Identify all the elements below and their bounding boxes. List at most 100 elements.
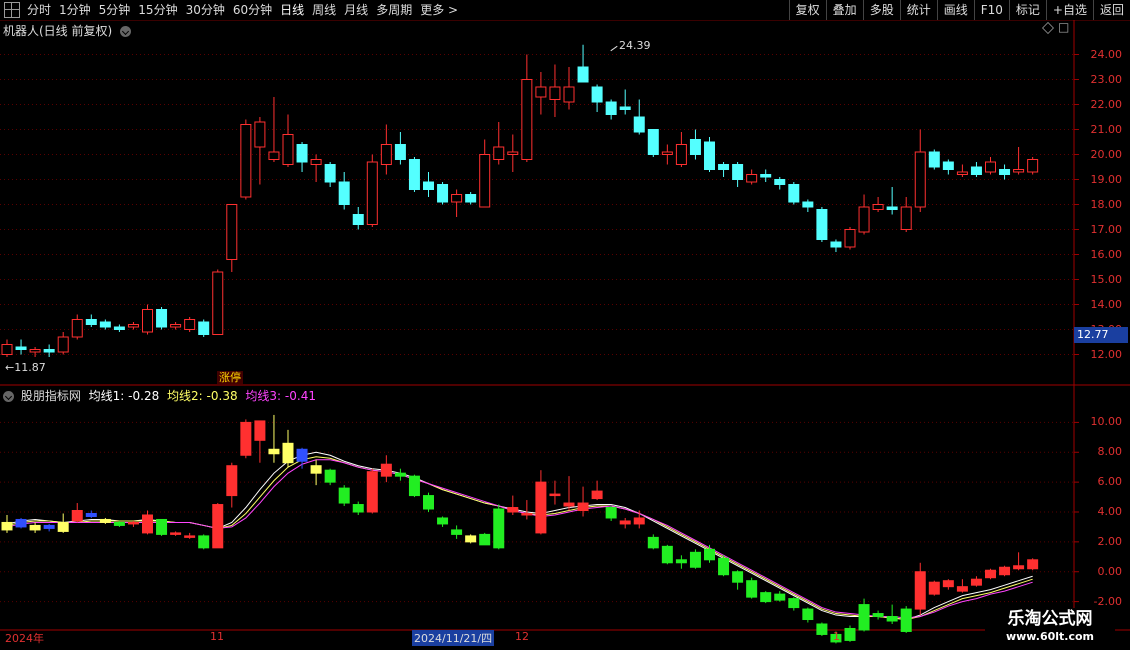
price-tick-label: 14.00 — [1090, 297, 1123, 311]
price-candle — [914, 151, 926, 208]
chart-canvas[interactable] — [0, 0, 1130, 650]
price-candle — [647, 129, 659, 155]
indicator-ma-line-2 — [6, 456, 1033, 621]
price-candle — [704, 141, 715, 170]
price-candle — [15, 346, 27, 350]
indicator-candle — [914, 571, 926, 610]
indicator-candle — [226, 465, 238, 497]
indicator-candle — [689, 551, 701, 568]
price-tick-label: 21.00 — [1090, 122, 1123, 136]
indicator-candle — [451, 529, 463, 535]
chevron-down-icon[interactable] — [3, 391, 14, 402]
price-candle — [1027, 159, 1039, 173]
indicator-candle — [1013, 565, 1025, 570]
price-candle — [774, 179, 786, 185]
indicator-candle — [43, 524, 55, 529]
indicator-candle — [591, 490, 603, 500]
indicator-candle — [198, 535, 210, 549]
high-marker-value: 24.39 — [619, 39, 651, 52]
price-candle — [71, 319, 83, 338]
indicator-candle — [942, 580, 954, 588]
price-candle — [760, 174, 772, 178]
indicator-candle — [184, 535, 196, 538]
arrow-left-icon: ← — [5, 361, 15, 374]
limit-up-badge: 涨停 — [217, 371, 243, 384]
indicator-candle — [535, 481, 547, 534]
indicator-tick-label: 4.00 — [1097, 505, 1123, 518]
indicator-candle — [408, 475, 420, 497]
indicator-candle — [970, 578, 982, 586]
low-marker-value: 11.87 — [14, 361, 46, 374]
indicator-ma-line-1 — [6, 451, 1033, 621]
price-candle — [170, 324, 182, 328]
high-price-marker: 24.39 — [610, 39, 651, 52]
price-tick-label: 19.00 — [1090, 172, 1123, 186]
price-candle — [605, 101, 617, 115]
price-candle — [156, 309, 168, 328]
price-tick-label: 18.00 — [1090, 197, 1123, 211]
price-candle — [268, 151, 280, 160]
price-tick-label: 24.00 — [1090, 47, 1123, 61]
price-candle — [830, 241, 842, 248]
indicator-candle — [156, 518, 168, 535]
price-candle — [240, 124, 252, 198]
low-price-marker: ←11.87 — [5, 361, 46, 374]
price-candle — [563, 86, 575, 103]
price-candle — [212, 271, 224, 335]
price-candle — [198, 321, 210, 335]
price-candle — [591, 86, 603, 103]
indicator-tick-label: 2.00 — [1097, 534, 1123, 548]
indicator-candle — [465, 535, 477, 543]
price-candle — [465, 194, 477, 203]
indicator-candle — [718, 557, 730, 576]
indicator-candle — [675, 559, 687, 564]
indicator-candle — [85, 512, 97, 517]
indicator-candle — [493, 508, 505, 549]
indicator-candle — [29, 524, 41, 531]
price-candle — [900, 206, 912, 230]
ma3-label: 均线3: -0.41 — [245, 389, 316, 403]
indicator-candle — [240, 421, 252, 456]
current-price-tag: 12.77 — [1074, 327, 1128, 343]
indicator-candle — [296, 448, 308, 462]
indicator-tick-label: 0.00 — [1097, 564, 1123, 578]
indicator-candle — [282, 442, 294, 464]
price-tick-label: 20.00 — [1090, 147, 1123, 161]
price-candle — [507, 151, 519, 155]
indicator-candle — [394, 472, 406, 477]
indicator-candle — [99, 518, 111, 523]
price-candle — [394, 144, 406, 160]
price-candle — [324, 164, 336, 183]
price-candle — [942, 161, 954, 170]
price-candle — [970, 166, 982, 175]
indicator-candle — [886, 616, 898, 622]
indicator-candle — [746, 580, 758, 598]
indicator-candle — [661, 545, 673, 564]
price-candle — [99, 321, 111, 328]
price-tick-label: 15.00 — [1090, 272, 1123, 286]
date-label-year: 2024年 — [5, 632, 44, 645]
date-axis: 2024年 11 2024/11/21/四 12 1 — [0, 630, 1074, 646]
price-tick-label: 12.00 — [1090, 347, 1123, 361]
price-candle — [535, 86, 547, 98]
price-candle — [816, 209, 828, 240]
price-candle — [296, 144, 308, 163]
indicator-candle — [577, 502, 589, 512]
indicator-candle — [619, 520, 631, 525]
price-candle — [1, 344, 13, 355]
price-candle — [142, 309, 153, 333]
date-label-jan: 1 — [833, 630, 840, 643]
indicator-candle — [521, 512, 533, 516]
price-tick-label: 17.00 — [1090, 222, 1123, 236]
indicator-candle — [324, 469, 336, 483]
indicator-candle — [633, 517, 645, 525]
indicator-candle — [900, 608, 912, 632]
indicator-candle — [1027, 559, 1039, 570]
indicator-candle — [310, 465, 322, 474]
indicator-candle — [380, 463, 392, 477]
indicator-candle — [127, 521, 139, 525]
price-candle — [380, 144, 392, 165]
indicator-candle — [549, 493, 561, 497]
indicator-candle — [437, 517, 449, 525]
indicator-candle — [479, 533, 491, 546]
